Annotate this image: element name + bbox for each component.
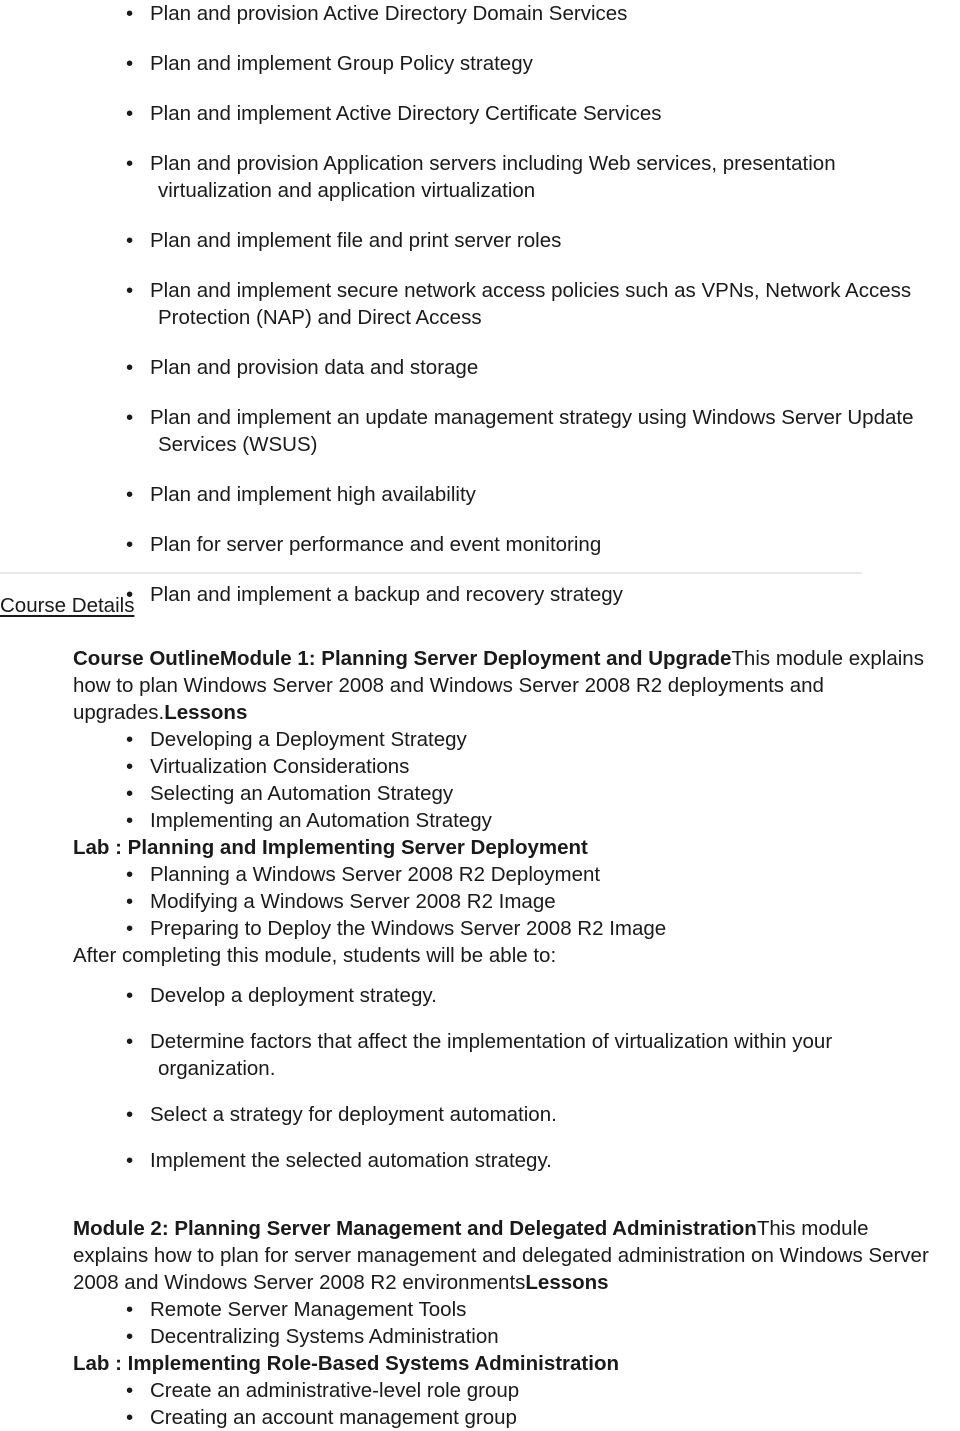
list-item-text: Decentralizing Systems Administration: [150, 1325, 499, 1348]
list-item: • Develop a deployment strategy.: [0, 982, 960, 1009]
module2-lab-label: Lab : Implementing Role-Based Systems Ad…: [73, 1352, 620, 1375]
list-item-text: Virtualization Considerations: [150, 755, 410, 778]
bullet-icon: •: [126, 52, 134, 75]
list-item: • Plan and implement high availability: [0, 481, 960, 508]
list-item-text: Plan and implement Active Directory Cert…: [150, 102, 662, 125]
list-item-text: Preparing to Deploy the Windows Server 2…: [150, 917, 667, 940]
list-item: • Determine factors that affect the impl…: [0, 1028, 960, 1082]
bullet-icon: •: [126, 809, 134, 832]
list-item: • Planning a Windows Server 2008 R2 Depl…: [0, 861, 960, 888]
list-item: • Create an administrative-level role gr…: [0, 1377, 960, 1404]
list-item-text: Plan and implement an update management …: [150, 406, 914, 456]
list-item-text: Plan and implement high availability: [150, 483, 476, 506]
list-item: • Selecting an Automation Strategy: [0, 780, 960, 807]
bullet-icon: •: [126, 229, 134, 252]
bullet-icon: •: [126, 984, 134, 1007]
list-item: • Decentralizing Systems Administration: [0, 1323, 960, 1350]
bullet-icon: •: [126, 890, 134, 913]
list-item-text: Implementing an Automation Strategy: [150, 809, 492, 832]
list-item: • Implement the selected automation stra…: [0, 1147, 960, 1174]
bullet-icon: •: [126, 782, 134, 805]
list-item: • Plan for server performance and event …: [0, 531, 960, 558]
list-item: • Implementing an Automation Strategy: [0, 807, 960, 834]
list-item: • Select a strategy for deployment autom…: [0, 1101, 960, 1128]
module1-outcomes-list: • Develop a deployment strategy. • Deter…: [0, 982, 960, 1174]
list-item-text: Modifying a Windows Server 2008 R2 Image: [150, 890, 556, 913]
list-item-text: Plan and implement secure network access…: [150, 279, 912, 329]
list-item-text: Developing a Deployment Strategy: [150, 728, 467, 751]
bullet-icon: •: [126, 1325, 134, 1348]
list-item: • Virtualization Considerations: [0, 753, 960, 780]
list-item: • Remote Server Management Tools: [0, 1296, 960, 1323]
list-item-text: Selecting an Automation Strategy: [150, 782, 454, 805]
module2-lessons-label: Lessons: [525, 1271, 609, 1294]
bullet-icon: •: [126, 1379, 134, 1402]
list-item-text: Determine factors that affect the implem…: [150, 1030, 833, 1080]
list-item: • Plan and implement Group Policy strate…: [0, 50, 960, 77]
list-item-text: Planning a Windows Server 2008 R2 Deploy…: [150, 863, 601, 886]
module2-lab-list: • Create an administrative-level role gr…: [0, 1377, 960, 1431]
section-divider: [0, 572, 862, 574]
bullet-icon: •: [126, 863, 134, 886]
section-heading-course-details: Course Details: [0, 594, 135, 617]
bullet-icon: •: [126, 102, 134, 125]
bullet-icon: •: [126, 533, 134, 556]
list-item: • Plan and provision Active Directory Do…: [0, 0, 960, 27]
module1-intro-paragraph: Course OutlineModule 1: Planning Server …: [0, 645, 960, 726]
module2-intro-paragraph: Module 2: Planning Server Management and…: [0, 1215, 960, 1296]
bullet-icon: •: [126, 1406, 134, 1429]
module1-lessons-label: Lessons: [164, 701, 248, 724]
bullet-icon: •: [126, 1298, 134, 1321]
list-item-text: Creating an account management group: [150, 1406, 517, 1429]
bullet-icon: •: [126, 1149, 134, 1172]
list-item-text: Plan for server performance and event mo…: [150, 533, 602, 556]
bullet-icon: •: [126, 279, 134, 302]
list-item: • Plan and implement secure network acce…: [0, 277, 960, 331]
list-item-text: Create an administrative-level role grou…: [150, 1379, 520, 1402]
list-item-text: Develop a deployment strategy.: [150, 984, 437, 1007]
bullet-icon: •: [126, 1030, 134, 1053]
list-item: • Modifying a Windows Server 2008 R2 Ima…: [0, 888, 960, 915]
list-item: • Plan and provision Application servers…: [0, 150, 960, 204]
list-item: • Creating an account management group: [0, 1404, 960, 1431]
list-item-text: Plan and provision Application servers i…: [150, 152, 836, 202]
bullet-icon: •: [126, 917, 134, 940]
list-item-text: Plan and implement a backup and recovery…: [150, 583, 623, 606]
list-item: • Developing a Deployment Strategy: [0, 726, 960, 753]
list-item: • Plan and implement an update managemen…: [0, 404, 960, 458]
list-item: • Plan and implement Active Directory Ce…: [0, 100, 960, 127]
course-details-body: Course OutlineModule 1: Planning Server …: [0, 645, 960, 1431]
list-item: • Plan and implement a backup and recove…: [0, 581, 960, 608]
bullet-icon: •: [126, 152, 134, 175]
list-item-text: Remote Server Management Tools: [150, 1298, 467, 1321]
bullet-icon: •: [126, 728, 134, 751]
module1-lab-label: Lab : Planning and Implementing Server D…: [73, 836, 588, 859]
bullet-icon: •: [126, 755, 134, 778]
module1-outcomes-intro: After completing this module, students w…: [73, 944, 557, 967]
bullet-icon: •: [126, 1103, 134, 1126]
bullet-icon: •: [126, 406, 134, 429]
document-page: • Plan and provision Active Directory Do…: [0, 0, 960, 1429]
module1-title: Course OutlineModule 1: Planning Server …: [73, 647, 732, 670]
module2-lessons-list: • Remote Server Management Tools • Decen…: [0, 1296, 960, 1350]
module1-lab-list: • Planning a Windows Server 2008 R2 Depl…: [0, 861, 960, 942]
bullet-icon: •: [126, 483, 134, 506]
module1-lessons-list: • Developing a Deployment Strategy • Vir…: [0, 726, 960, 834]
module2-title: Module 2: Planning Server Management and…: [73, 1217, 757, 1240]
list-item-text: Implement the selected automation strate…: [150, 1149, 552, 1172]
list-item-text: Plan and implement Group Policy strategy: [150, 52, 533, 75]
bullet-icon: •: [126, 2, 134, 25]
list-item: • Preparing to Deploy the Windows Server…: [0, 915, 960, 942]
list-item-text: Select a strategy for deployment automat…: [150, 1103, 557, 1126]
list-item-text: Plan and implement file and print server…: [150, 229, 562, 252]
list-item: • Plan and implement file and print serv…: [0, 227, 960, 254]
list-item-text: Plan and provision data and storage: [150, 356, 479, 379]
course-objectives-list: • Plan and provision Active Directory Do…: [0, 0, 960, 631]
bullet-icon: •: [126, 356, 134, 379]
list-item-text: Plan and provision Active Directory Doma…: [150, 2, 628, 25]
list-item: • Plan and provision data and storage: [0, 354, 960, 381]
